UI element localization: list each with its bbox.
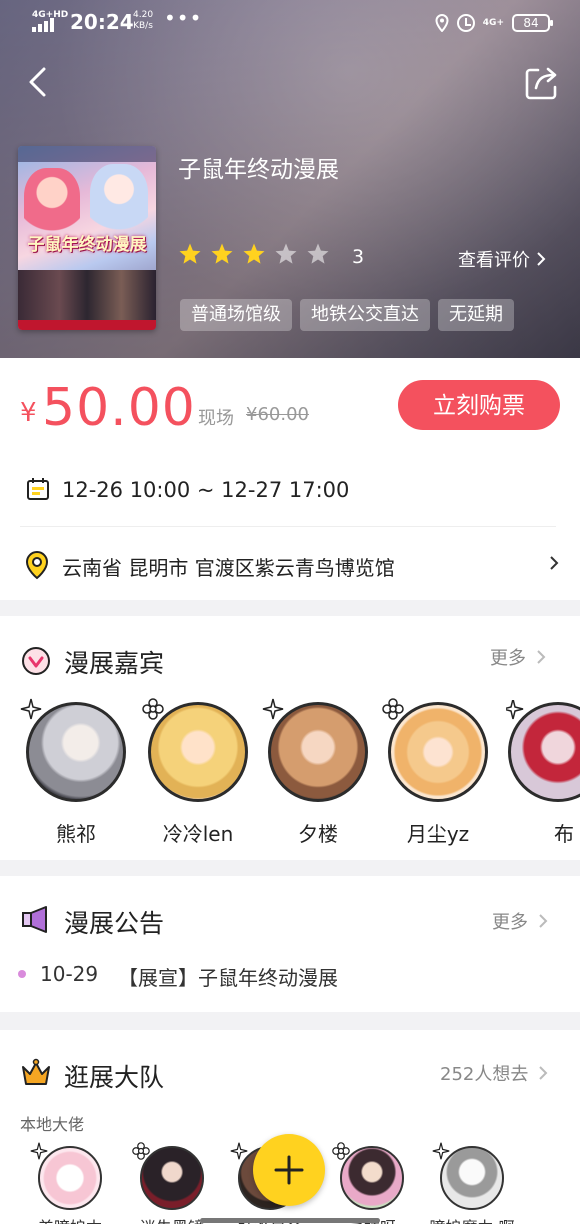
alarm-icon: [456, 14, 475, 32]
plus-icon: [274, 1155, 304, 1185]
event-tag: 无延期: [438, 299, 514, 331]
megaphone-icon: [22, 906, 47, 933]
crown-icon: [22, 1058, 50, 1085]
chevron-right-icon: [539, 914, 548, 928]
buy-ticket-button[interactable]: 立刻购票: [398, 380, 560, 430]
guest-name: 冷冷len: [162, 822, 234, 846]
back-button[interactable]: [22, 64, 58, 100]
rating-stars: [178, 242, 330, 266]
chevron-right-icon: [539, 1066, 548, 1080]
rating-count: 3: [352, 246, 365, 268]
sparkle-icon: [30, 1142, 48, 1160]
member-name: 美瞳娘本: [20, 1214, 120, 1224]
price-currency: ¥: [20, 398, 37, 428]
flower-icon: [132, 1142, 150, 1160]
guests-more-link[interactable]: 更多: [490, 644, 546, 670]
star-filled-icon: [179, 243, 201, 264]
onsite-price: ¥60.00: [246, 404, 309, 425]
more-status-icon: •••: [164, 6, 203, 30]
guest-item[interactable]: 夕楼: [262, 698, 370, 850]
event-tag: 地铁公交直达: [300, 299, 430, 331]
heart-badge-icon: [22, 647, 50, 675]
calendar-icon: [27, 478, 49, 500]
chevron-right-icon: [537, 252, 546, 266]
guest-item[interactable]: 月尘yz: [382, 698, 490, 850]
battery-icon: 84: [512, 14, 553, 32]
status-time: 20:24: [70, 10, 134, 34]
notice-date[interactable]: 10-29: [40, 962, 98, 986]
flower-icon: [332, 1142, 350, 1160]
guests-more-label: 更多: [490, 648, 526, 669]
poster-title: 子鼠年终动漫展: [27, 235, 147, 255]
sparkle-icon: [230, 1142, 248, 1160]
local-experts-label: 本地大佬: [20, 1115, 85, 1134]
guest-name: 布: [554, 822, 574, 846]
view-reviews-link[interactable]: 查看评价: [458, 246, 546, 272]
flower-icon: [382, 698, 404, 720]
squad-interested-count: 252人想去: [440, 1064, 529, 1085]
event-tag: 普通场馆级: [180, 299, 292, 331]
onsite-label: 现场: [198, 408, 234, 429]
share-button[interactable]: [522, 64, 560, 102]
star-empty-icon: [307, 243, 329, 264]
guest-name: 熊祁: [56, 822, 96, 846]
guest-name: 夕楼: [298, 822, 338, 846]
flower-icon: [142, 698, 164, 720]
notice-bullet: [18, 970, 26, 978]
sparkle-icon: [506, 700, 524, 720]
divider: [20, 526, 556, 527]
star-filled-icon: [243, 243, 265, 264]
notices-more-label: 更多: [492, 912, 528, 933]
notices-section: 漫展公告 更多: [0, 876, 580, 1012]
notices-title: 漫展公告: [64, 909, 165, 938]
location-pin-icon: [25, 550, 49, 580]
add-post-button[interactable]: [253, 1134, 325, 1206]
sparkle-icon: [432, 1142, 450, 1160]
status-bar: 4G+HD 20:24 4.20 KB/s ••• 4G+ 84: [0, 0, 580, 46]
signal-icon: 4G+HD: [32, 10, 68, 32]
star-empty-icon: [275, 243, 297, 264]
squad-interested-link[interactable]: 252人想去: [440, 1060, 548, 1086]
guests-title: 漫展嘉宾: [64, 649, 165, 678]
notices-more-link[interactable]: 更多: [492, 908, 548, 934]
sparkle-icon: [262, 698, 284, 720]
event-poster[interactable]: 子鼠年终动漫展: [18, 146, 156, 330]
squad-title: 逛展大队: [64, 1063, 165, 1092]
view-reviews-label: 查看评价: [458, 250, 530, 271]
event-datetime: 12-26 10:00 ~ 12-27 17:00: [62, 478, 350, 502]
event-tags: 普通场馆级 地铁公交直达 无延期: [180, 299, 514, 331]
home-indicator[interactable]: [200, 1218, 380, 1223]
network-speed: 4.20 KB/s: [133, 10, 153, 32]
event-header: 4G+HD 20:24 4.20 KB/s ••• 4G+ 84 子鼠年终动漫展: [0, 0, 580, 358]
star-filled-icon: [211, 243, 233, 264]
guest-item[interactable]: 布: [506, 700, 580, 850]
network-speed-unit: KB/s: [133, 21, 153, 31]
guest-item[interactable]: 冷冷len: [142, 698, 250, 850]
member-name: 瞳娘魔力·啊: [422, 1214, 522, 1224]
location-status-icon: [435, 14, 449, 32]
network-speed-value: 4.20: [133, 10, 154, 20]
notice-text[interactable]: 【展宣】子鼠年终动漫展: [118, 962, 338, 991]
chevron-right-icon[interactable]: [548, 554, 560, 572]
guest-name: 月尘yz: [406, 822, 470, 846]
guest-item[interactable]: 熊祁: [20, 698, 128, 850]
event-address[interactable]: 云南省 昆明市 官渡区紫云青鸟博览馆: [62, 552, 395, 581]
sparkle-icon: [20, 698, 42, 720]
event-title: 子鼠年终动漫展: [178, 157, 339, 183]
chevron-right-icon: [537, 650, 546, 664]
mobile-data-indicator: 4G+: [482, 18, 504, 28]
ticket-price: 50.00: [42, 378, 196, 438]
